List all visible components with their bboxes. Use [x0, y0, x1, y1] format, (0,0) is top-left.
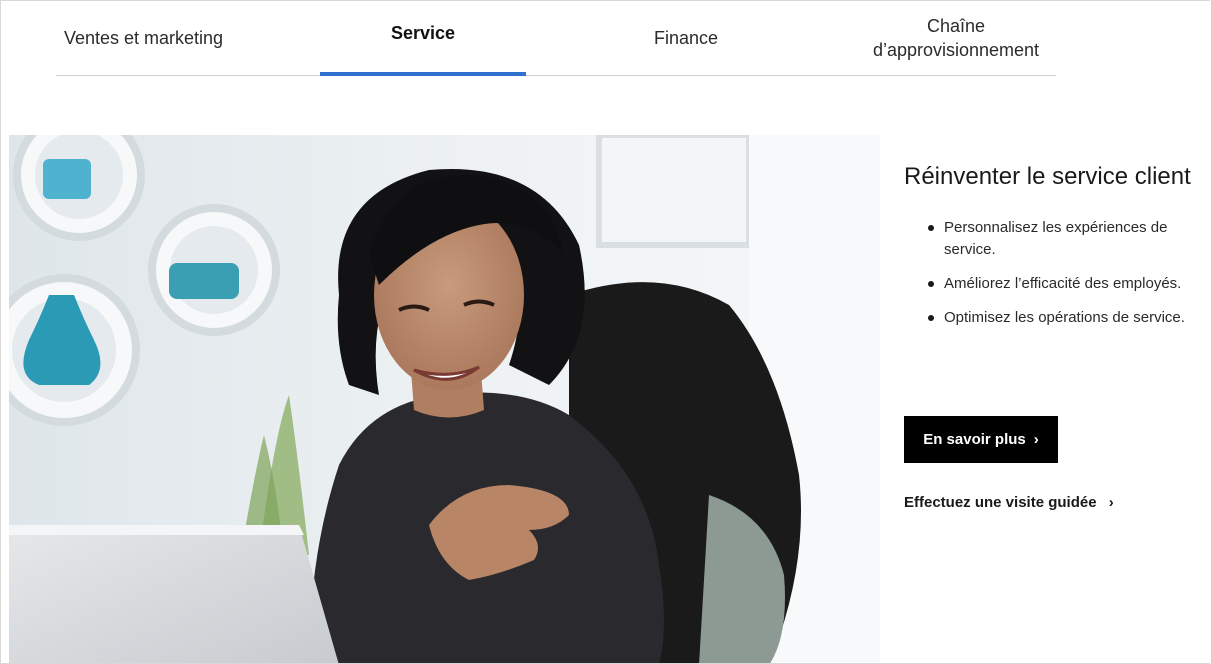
benefit-item-optimisez: Optimisez les opérations de service.	[904, 307, 1209, 329]
benefit-item-ameliorez: Améliorez l’efficacité des employés.	[904, 273, 1209, 295]
woman-at-laptop-illustration	[9, 135, 880, 663]
benefit-item-personnalisez: Personnalisez les expériences de service…	[904, 217, 1209, 261]
tab-bar: Ventes et marketing Service Finance Chaî…	[56, 1, 1056, 76]
guided-tour-label: Effectuez une visite guidée	[904, 494, 1097, 511]
tab-finance[interactable]: Finance	[616, 1, 756, 75]
benefit-list: Personnalisez les expériences de service…	[904, 217, 1209, 329]
hero-image	[9, 135, 880, 663]
chevron-right-icon: ›	[1108, 494, 1114, 511]
learn-more-button[interactable]: En savoir plus ›	[904, 416, 1058, 463]
guided-tour-link[interactable]: Effectuez une visite guidée ›	[904, 494, 1114, 511]
tab-service[interactable]: Service	[320, 1, 526, 76]
tab-ventes-et-marketing[interactable]: Ventes et marketing	[56, 1, 231, 75]
feature-panel: Réinventer le service client Personnalis…	[904, 161, 1209, 341]
tab-chaine-approvisionnement[interactable]: Chaîne d’approvisionnement	[846, 1, 1066, 75]
panel-title: Réinventer le service client	[904, 163, 1191, 190]
learn-more-label: En savoir plus	[923, 431, 1026, 448]
chevron-right-icon: ›	[1033, 431, 1039, 448]
page-frame: Ventes et marketing Service Finance Chaî…	[0, 0, 1210, 664]
